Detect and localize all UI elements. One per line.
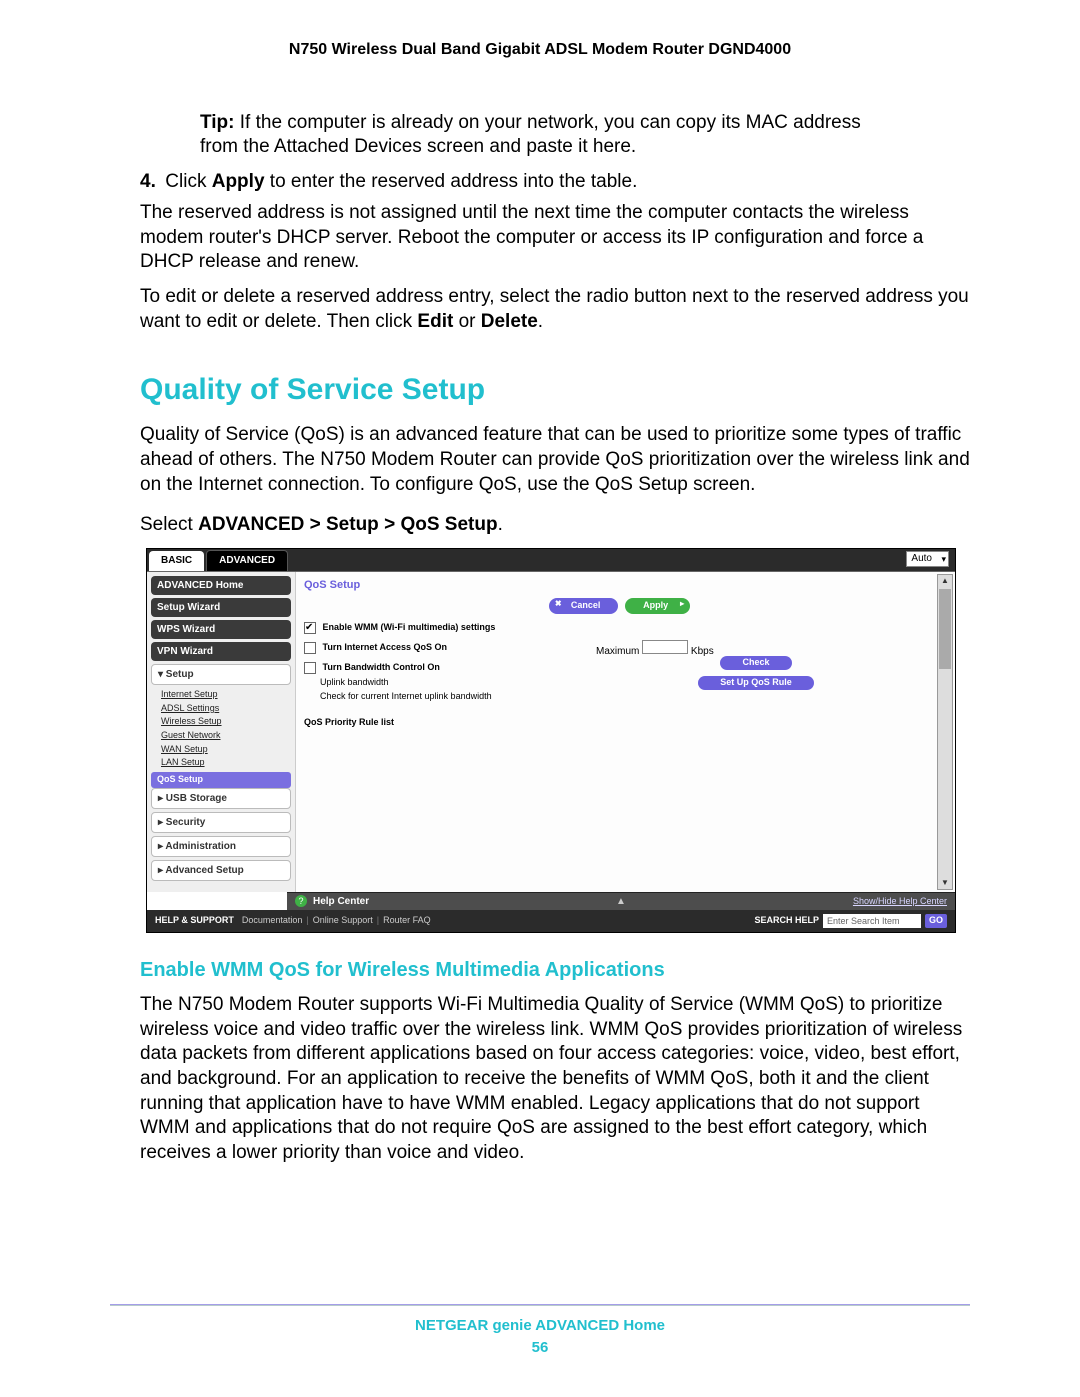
collapse-arrow-icon[interactable]: ▲ — [616, 895, 626, 908]
setup-qos-rule-button[interactable]: Set Up QoS Rule — [698, 676, 814, 690]
show-hide-help-link[interactable]: Show/Hide Help Center — [853, 896, 947, 908]
search-help-label: SEARCH HELP — [754, 915, 819, 927]
step-4-click: Click — [165, 171, 211, 192]
step-4-apply-word: Apply — [212, 171, 265, 192]
tab-advanced[interactable]: ADVANCED — [206, 550, 288, 571]
sidebar-sub-adsl-settings[interactable]: ADSL Settings — [151, 702, 291, 716]
sidebar-item-vpn-wizard[interactable]: VPN Wizard — [151, 642, 291, 661]
doc-header: N750 Wireless Dual Band Gigabit ADSL Mod… — [0, 40, 1080, 61]
footer-title: NETGEAR genie ADVANCED Home — [0, 1316, 1080, 1336]
step-4-number: 4. — [140, 170, 160, 195]
tab-basic[interactable]: BASIC — [149, 551, 204, 571]
sidebar-item-advanced-home[interactable]: ADVANCED Home — [151, 576, 291, 595]
footer-rule — [110, 1304, 970, 1306]
qos-panel: QoS Setup Cancel Apply Enable WMM (Wi-Fi… — [296, 572, 955, 892]
tip-block: Tip: If the computer is already on your … — [200, 111, 970, 160]
router-ui-screenshot: BASIC ADVANCED Auto ADVANCED Home Setup … — [146, 548, 956, 933]
sidebar-item-administration[interactable]: ▸ Administration — [151, 836, 291, 857]
inet-qos-checkbox[interactable] — [304, 642, 316, 654]
sidebar-item-setup-wizard[interactable]: Setup Wizard — [151, 598, 291, 617]
bw-checkbox-label: Turn Bandwidth Control On — [323, 662, 440, 672]
sidebar-sub-internet-setup[interactable]: Internet Setup — [151, 688, 291, 702]
sidebar-item-security[interactable]: ▸ Security — [151, 812, 291, 833]
scroll-up-icon[interactable]: ▲ — [938, 575, 952, 587]
help-support-label: HELP & SUPPORT — [155, 915, 234, 927]
search-input[interactable]: Enter Search Item — [823, 914, 921, 928]
edit-delete-paragraph: To edit or delete a reserved address ent… — [140, 285, 970, 334]
wmm-paragraph: The N750 Modem Router supports Wi-Fi Mul… — [140, 993, 970, 1166]
section-heading-qos: Quality of Service Setup — [140, 370, 970, 409]
panel-title: QoS Setup — [304, 578, 935, 592]
step-4-body: The reserved address is not assigned unt… — [140, 201, 970, 275]
tab-row: BASIC ADVANCED Auto — [147, 549, 955, 571]
step-4-rest: to enter the reserved address into the t… — [265, 171, 638, 192]
help-center-label: Help Center — [313, 895, 369, 908]
apply-button[interactable]: Apply — [625, 598, 690, 614]
page-footer: NETGEAR genie ADVANCED Home 56 — [0, 1304, 1080, 1357]
sidebar-item-setup[interactable]: ▾ Setup — [151, 664, 291, 685]
check-button[interactable]: Check — [720, 656, 791, 670]
nav-path-line: Select ADVANCED > Setup > QoS Setup. — [140, 513, 970, 538]
sidebar-sub-qos-setup[interactable]: QoS Setup — [151, 772, 291, 788]
step-4: 4. Click Apply to enter the reserved add… — [140, 170, 970, 195]
footer-page-number: 56 — [0, 1338, 1080, 1358]
action-buttons: Cancel Apply — [304, 598, 935, 614]
maximum-input[interactable] — [642, 640, 688, 654]
sidebar-item-advanced-setup[interactable]: ▸ Advanced Setup — [151, 860, 291, 881]
vertical-scrollbar[interactable]: ▲ ▼ — [937, 574, 953, 890]
qos-paragraph: Quality of Service (QoS) is an advanced … — [140, 423, 970, 497]
sidebar-sub-lan-setup[interactable]: LAN Setup — [151, 756, 291, 770]
go-button[interactable]: GO — [925, 914, 947, 928]
bw-checkbox[interactable] — [304, 662, 316, 674]
scroll-thumb[interactable] — [939, 589, 951, 669]
sidebar-item-wps-wizard[interactable]: WPS Wizard — [151, 620, 291, 639]
help-icon[interactable]: ? — [295, 895, 307, 907]
sidebar-sub-wireless-setup[interactable]: Wireless Setup — [151, 715, 291, 729]
subsection-heading-wmm: Enable WMM QoS for Wireless Multimedia A… — [140, 957, 970, 983]
wmm-checkbox[interactable] — [304, 622, 316, 634]
sidebar-item-usb-storage[interactable]: ▸ USB Storage — [151, 788, 291, 809]
rule-list-heading: QoS Priority Rule list — [304, 717, 935, 729]
router-faq-link[interactable]: Router FAQ — [383, 915, 431, 927]
sidebar-sub-guest-network[interactable]: Guest Network — [151, 729, 291, 743]
scroll-down-icon[interactable]: ▼ — [938, 877, 952, 889]
inet-qos-checkbox-label: Turn Internet Access QoS On — [323, 642, 448, 652]
doc-link[interactable]: Documentation — [242, 915, 303, 927]
sidebar: ADVANCED Home Setup Wizard WPS Wizard VP… — [147, 572, 296, 892]
support-footer: HELP & SUPPORT Documentation | Online Su… — [147, 910, 955, 932]
cancel-button[interactable]: Cancel — [549, 598, 619, 614]
sidebar-sub-wan-setup[interactable]: WAN Setup — [151, 743, 291, 757]
tip-label: Tip: — [200, 112, 234, 133]
refresh-select[interactable]: Auto — [906, 551, 949, 567]
wmm-checkbox-row: Enable WMM (Wi-Fi multimedia) settings — [304, 622, 935, 634]
tip-text: If the computer is already on your netwo… — [200, 112, 861, 158]
online-support-link[interactable]: Online Support — [313, 915, 373, 927]
help-center-bar: ? Help Center ▲ Show/Hide Help Center — [287, 892, 955, 910]
check-uplink-label: Check for current Internet uplink bandwi… — [320, 691, 935, 703]
wmm-checkbox-label: Enable WMM (Wi-Fi multimedia) settings — [323, 622, 496, 632]
